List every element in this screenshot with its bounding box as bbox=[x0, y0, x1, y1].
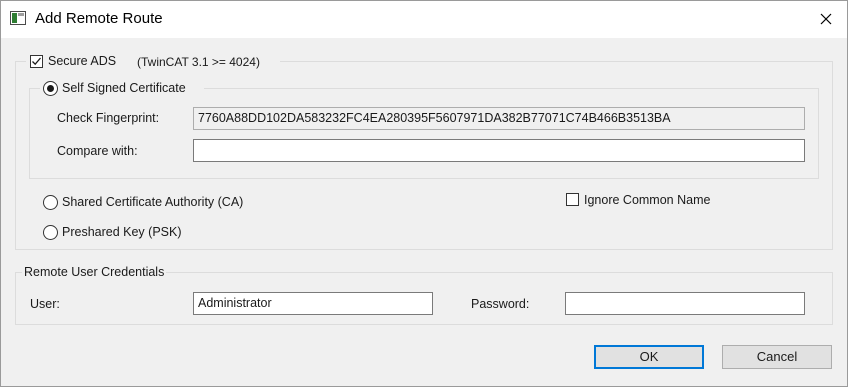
secure-ads-label[interactable]: Secure ADS bbox=[48, 54, 116, 68]
self-signed-radio[interactable] bbox=[43, 81, 58, 96]
checkmark-icon bbox=[32, 57, 41, 66]
check-fingerprint-label: Check Fingerprint: bbox=[57, 111, 160, 125]
close-icon[interactable] bbox=[810, 4, 842, 34]
window-title: Add Remote Route bbox=[35, 10, 163, 27]
cancel-button[interactable]: Cancel bbox=[722, 345, 832, 369]
user-label: User: bbox=[30, 297, 60, 311]
psk-radio[interactable] bbox=[43, 225, 58, 240]
check-fingerprint-field[interactable]: 7760A88DD102DA583232FC4EA280395F5607971D… bbox=[193, 107, 805, 130]
shared-ca-radio[interactable] bbox=[43, 195, 58, 210]
ignore-common-name-label[interactable]: Ignore Common Name bbox=[584, 193, 710, 207]
password-input[interactable] bbox=[565, 292, 805, 315]
psk-label[interactable]: Preshared Key (PSK) bbox=[62, 225, 182, 239]
ok-button[interactable]: OK bbox=[594, 345, 704, 369]
shared-ca-label[interactable]: Shared Certificate Authority (CA) bbox=[62, 195, 243, 209]
self-signed-group bbox=[29, 88, 819, 179]
ignore-common-name-checkbox[interactable] bbox=[566, 193, 579, 206]
title-bar: Add Remote Route bbox=[0, 0, 848, 38]
user-input[interactable]: Administrator bbox=[193, 292, 433, 315]
secure-ads-checkbox[interactable] bbox=[30, 55, 43, 68]
secure-ads-version-note: (TwinCAT 3.1 >= 4024) bbox=[137, 55, 260, 69]
compare-with-input[interactable] bbox=[193, 139, 805, 162]
window-app-icon bbox=[10, 11, 26, 25]
credentials-group-label: Remote User Credentials bbox=[22, 265, 167, 279]
compare-with-label: Compare with: bbox=[57, 144, 138, 158]
self-signed-label[interactable]: Self Signed Certificate bbox=[62, 81, 186, 95]
password-label: Password: bbox=[471, 297, 530, 311]
